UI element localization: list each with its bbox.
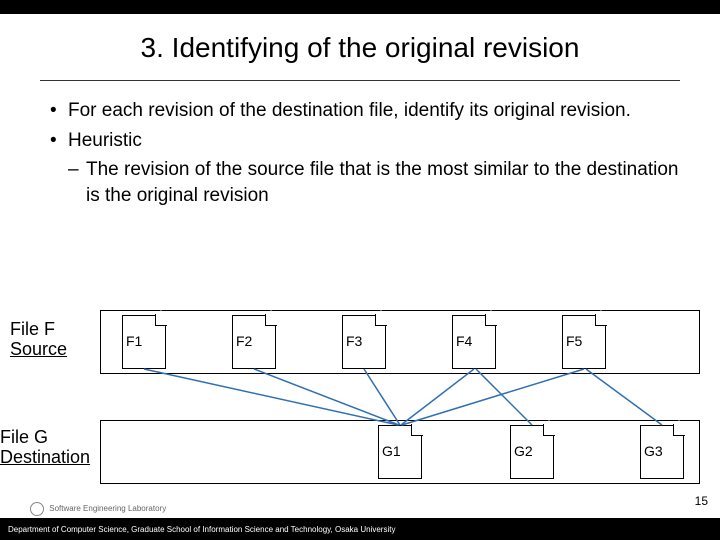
bullet-item: • For each revision of the destination f… [50, 98, 680, 124]
bullet-marker: • [50, 128, 68, 154]
file-icon-f3: F3 [342, 315, 386, 369]
footer-bar: Department of Computer Science, Graduate… [0, 518, 720, 540]
globe-icon [30, 502, 44, 516]
diagram: File F Source F1 F2 F3 F4 F5 File G Dest… [0, 310, 720, 500]
dest-role: Destination [0, 448, 90, 468]
file-label: F3 [346, 333, 362, 349]
file-icon-f1: F1 [122, 315, 166, 369]
file-label: F4 [456, 333, 472, 349]
footer-text: Department of Computer Science, Graduate… [8, 525, 395, 534]
dest-row-label: File G Destination [0, 428, 90, 468]
dest-title: File G [0, 428, 90, 448]
bullet-item: • Heuristic [50, 128, 680, 154]
slide-title: 3. Identifying of the original revision [0, 32, 720, 64]
file-label: F1 [126, 333, 142, 349]
bullet-sub-marker: – [68, 157, 86, 208]
bullet-sub-text: The revision of the source file that is … [86, 157, 680, 208]
file-icon-g3: G3 [640, 425, 684, 479]
page-number: 15 [695, 494, 708, 508]
file-icon-g1: G1 [378, 425, 422, 479]
lab-logo: Software Engineering Laboratory [30, 502, 166, 516]
file-icon-f2: F2 [232, 315, 276, 369]
lab-name: Software Engineering Laboratory [49, 504, 166, 513]
file-icon-f4: F4 [452, 315, 496, 369]
slide: 3. Identifying of the original revision … [0, 0, 720, 540]
file-label: G1 [382, 443, 401, 459]
file-label: G3 [644, 443, 663, 459]
title-underline [40, 80, 680, 81]
source-title: File F [10, 320, 67, 340]
bullet-sub-item: – The revision of the source file that i… [68, 157, 680, 208]
bullet-text: Heuristic [68, 128, 680, 154]
bullet-marker: • [50, 98, 68, 124]
file-icon-g2: G2 [510, 425, 554, 479]
bullet-text: For each revision of the destination fil… [68, 98, 680, 124]
source-row-label: File F Source [10, 320, 67, 360]
file-icon-f5: F5 [562, 315, 606, 369]
file-label: F5 [566, 333, 582, 349]
file-label: F2 [236, 333, 252, 349]
file-label: G2 [514, 443, 533, 459]
source-role: Source [10, 340, 67, 360]
bullet-list: • For each revision of the destination f… [50, 98, 680, 209]
top-black-bar [0, 0, 720, 14]
